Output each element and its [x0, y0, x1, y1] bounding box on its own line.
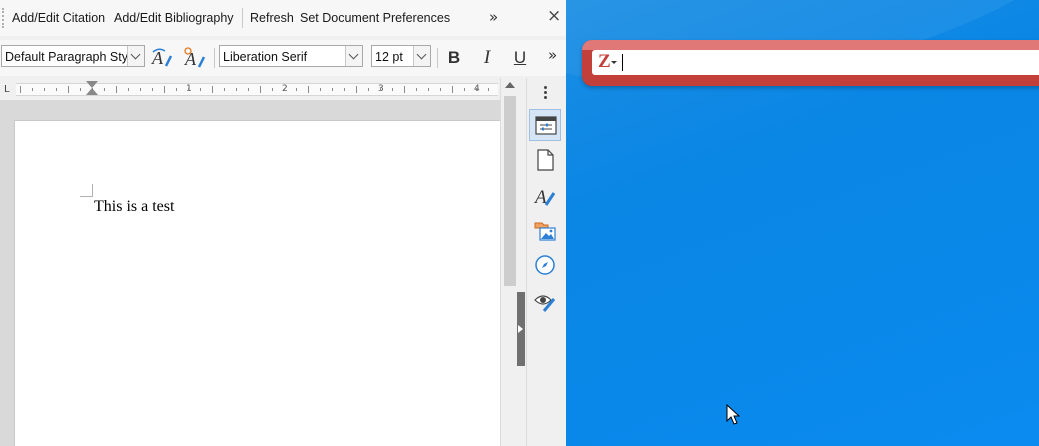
ruler-tick: [128, 88, 129, 91]
chevron-down-icon[interactable]: [127, 46, 144, 66]
formatting-toolbar: Default Paragraph Style A A Liberation S…: [0, 40, 566, 76]
font-name-select[interactable]: Liberation Serif: [219, 45, 363, 67]
ruler-tick: [44, 88, 45, 91]
ruler-tick: [356, 86, 357, 93]
ruler-tick: [320, 88, 321, 91]
ruler-tick: [80, 88, 81, 91]
font-size-select[interactable]: 12 pt: [371, 45, 431, 67]
text-cursor: [622, 54, 623, 71]
ruler-tick: [476, 88, 477, 91]
text-boundary-marker: [80, 184, 93, 197]
ruler-tick: [68, 86, 69, 93]
chevron-down-icon[interactable]: [345, 46, 362, 66]
horizontal-ruler[interactable]: L 1 2 3 4: [0, 78, 500, 98]
paragraph-style-select[interactable]: Default Paragraph Style: [1, 45, 145, 67]
ruler-tick: [344, 88, 345, 91]
ruler-tick: [404, 86, 405, 93]
left-indent-marker[interactable]: [86, 88, 98, 95]
ruler-tick: [200, 88, 201, 91]
ruler-tick: [284, 88, 285, 91]
ruler-tick: [164, 86, 165, 93]
toolbar-overflow-icon[interactable]: »: [489, 8, 498, 26]
ruler-tick: [20, 86, 21, 93]
toolbar-separator: [214, 48, 215, 68]
sidebar-tabbar: A: [526, 78, 566, 446]
ruler-tick: [380, 88, 381, 91]
properties-icon[interactable]: [529, 109, 561, 141]
svg-text:A: A: [151, 48, 164, 68]
ruler-tick: [440, 88, 441, 91]
document-text[interactable]: This is a test: [94, 198, 174, 216]
ruler-tick: [116, 86, 117, 93]
first-line-indent-marker[interactable]: [86, 81, 98, 88]
paragraph-style-value: Default Paragraph Style: [5, 50, 138, 64]
ruler-tick: [248, 88, 249, 91]
ruler-tick: [464, 88, 465, 91]
toolbar-overflow-icon[interactable]: »: [548, 46, 557, 64]
ruler-tick: [176, 88, 177, 91]
gallery-icon[interactable]: [529, 215, 561, 247]
manage-changes-icon[interactable]: [529, 285, 561, 317]
ruler-tick: [308, 86, 309, 93]
ruler-tick: [56, 88, 57, 91]
document-page[interactable]: This is a test: [14, 120, 500, 446]
toolbar-grip[interactable]: [2, 8, 6, 28]
ruler-tick: [488, 88, 489, 91]
zotero-toolbar: Add/Edit Citation Add/Edit Bibliography …: [0, 0, 566, 36]
ruler-tick: [296, 88, 297, 91]
refresh-button[interactable]: Refresh: [250, 11, 294, 25]
font-size-value: 12 pt: [375, 50, 403, 64]
toolbar-separator: [437, 48, 438, 68]
bold-button[interactable]: B: [442, 46, 466, 70]
new-style-icon[interactable]: A: [182, 46, 206, 70]
underline-button[interactable]: U: [508, 46, 532, 70]
add-edit-bibliography-button[interactable]: Add/Edit Bibliography: [114, 11, 234, 25]
ruler-tick: [368, 88, 369, 91]
zotero-quick-format-dialog: Z: [582, 40, 1039, 86]
document-canvas: This is a test: [0, 100, 500, 446]
mouse-pointer-icon: [726, 404, 741, 425]
ruler-tick: [32, 88, 33, 91]
tab-stop-type-icon[interactable]: L: [4, 84, 10, 95]
vertical-scrollbar[interactable]: [500, 78, 519, 446]
ruler-tick: [236, 88, 237, 91]
italic-button[interactable]: I: [475, 46, 499, 70]
zotero-logo-icon[interactable]: Z: [598, 51, 611, 73]
ruler-tick: [212, 86, 213, 93]
ruler-tick: [224, 88, 225, 91]
font-name-value: Liberation Serif: [223, 50, 308, 64]
scrollbar-thumb[interactable]: [504, 96, 516, 286]
caret-down-icon[interactable]: [611, 61, 617, 64]
styles-icon[interactable]: A: [529, 180, 561, 212]
more-options-icon[interactable]: [544, 86, 547, 101]
ruler-tick: [272, 88, 273, 91]
navigator-icon[interactable]: [529, 249, 561, 281]
ruler-tick: [260, 86, 261, 93]
scroll-up-icon[interactable]: [505, 82, 515, 88]
libreoffice-writer-window: Add/Edit Citation Add/Edit Bibliography …: [0, 0, 566, 446]
ruler-tick: [140, 88, 141, 91]
zotero-citation-search-input[interactable]: Z: [592, 50, 1039, 75]
close-icon[interactable]: ×: [547, 6, 561, 26]
add-edit-citation-button[interactable]: Add/Edit Citation: [12, 11, 105, 25]
ruler-tick: [452, 86, 453, 93]
ruler-tick: [416, 88, 417, 91]
ruler-tick: [332, 88, 333, 91]
update-style-icon[interactable]: A: [149, 46, 173, 70]
set-document-preferences-button[interactable]: Set Document Preferences: [300, 11, 450, 25]
ruler-tick: [428, 88, 429, 91]
desktop-background: Z: [566, 0, 1039, 446]
ruler-tick: [188, 88, 189, 91]
chevron-down-icon[interactable]: [413, 46, 430, 66]
ruler-tick: [392, 88, 393, 91]
ruler-tick: [104, 88, 105, 91]
ruler-tick: [152, 88, 153, 91]
sidebar-collapse-button[interactable]: [517, 292, 525, 366]
page-icon[interactable]: [529, 144, 561, 176]
toolbar-separator: [242, 8, 243, 28]
